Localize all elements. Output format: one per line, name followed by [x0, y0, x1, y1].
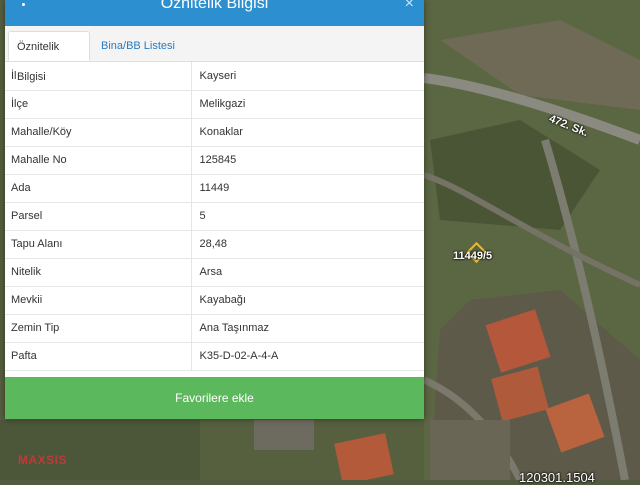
attribute-key: Mevkii: [5, 286, 192, 315]
tab-attribute-info[interactable]: Öznitelik Bilgisi: [8, 31, 90, 83]
tab-bar: Öznitelik Bilgisi Bina/BB Listesi: [5, 26, 424, 83]
attribute-key: Mahalle/Köy: [5, 118, 192, 147]
panel-title: Öznitelik Bilgisi: [160, 0, 269, 12]
attribute-value: 125845: [191, 146, 424, 175]
tab-building-list[interactable]: Bina/BB Listesi: [93, 31, 183, 61]
attribute-value: 11449: [191, 174, 424, 203]
attribute-value: Kayabağı: [191, 286, 424, 315]
attribute-key: Zemin Tip: [5, 314, 192, 343]
attribute-value: Melikgazi: [191, 90, 424, 119]
attribute-value: K35-D-02-A-4-A: [191, 342, 424, 371]
attribute-value: Arsa: [191, 258, 424, 287]
table-row: Mahalle/Köy Konaklar: [5, 118, 424, 147]
table-row: Mahalle No 125845: [5, 146, 424, 175]
attribute-key: Mahalle No: [5, 146, 192, 175]
attribute-key: Pafta: [5, 342, 192, 371]
attribute-value: 5: [191, 202, 424, 231]
add-favorites-button[interactable]: Favorilere ekle: [5, 377, 424, 419]
panel-header: Öznitelik Bilgisi ×: [5, 0, 424, 26]
attribute-value: Kayseri: [191, 62, 424, 91]
coordinate-readout: 120301.1504: [519, 470, 595, 485]
attribute-value: Ana Taşınmaz: [191, 314, 424, 343]
attribute-key: Parsel: [5, 202, 192, 231]
attribute-key: Tapu Alanı: [5, 230, 192, 259]
attribute-key: Nitelik: [5, 258, 192, 287]
attribute-table: İl Kayseri İlçe Melikgazi Mahalle/Köy Konak…: [5, 62, 424, 371]
attribute-value: Konaklar: [191, 118, 424, 147]
close-icon[interactable]: ×: [405, 0, 414, 13]
table-row: Pafta K35-D-02-A-4-A: [5, 342, 424, 371]
table-row: Mevkii Kayabağı: [5, 286, 424, 315]
watermark-logo: MAXSIS: [18, 453, 68, 467]
table-row: Ada 11449: [5, 174, 424, 203]
table-row: Nitelik Arsa: [5, 258, 424, 287]
table-row: Zemin Tip Ana Taşınmaz: [5, 314, 424, 343]
table-row: Tapu Alanı 28,48: [5, 230, 424, 259]
table-row: İl Kayseri: [5, 62, 424, 91]
parcel-label: 11449/5: [453, 250, 493, 262]
attribute-panel: Öznitelik Bilgisi × Öznitelik Bilgisi Bi…: [5, 0, 424, 419]
attribute-key: İl: [5, 62, 192, 91]
attribute-key: Ada: [5, 174, 192, 203]
attribute-key: İlçe: [5, 90, 192, 119]
table-row: Parsel 5: [5, 202, 424, 231]
table-row: İlçe Melikgazi: [5, 90, 424, 119]
attribute-value: 28,48: [191, 230, 424, 259]
